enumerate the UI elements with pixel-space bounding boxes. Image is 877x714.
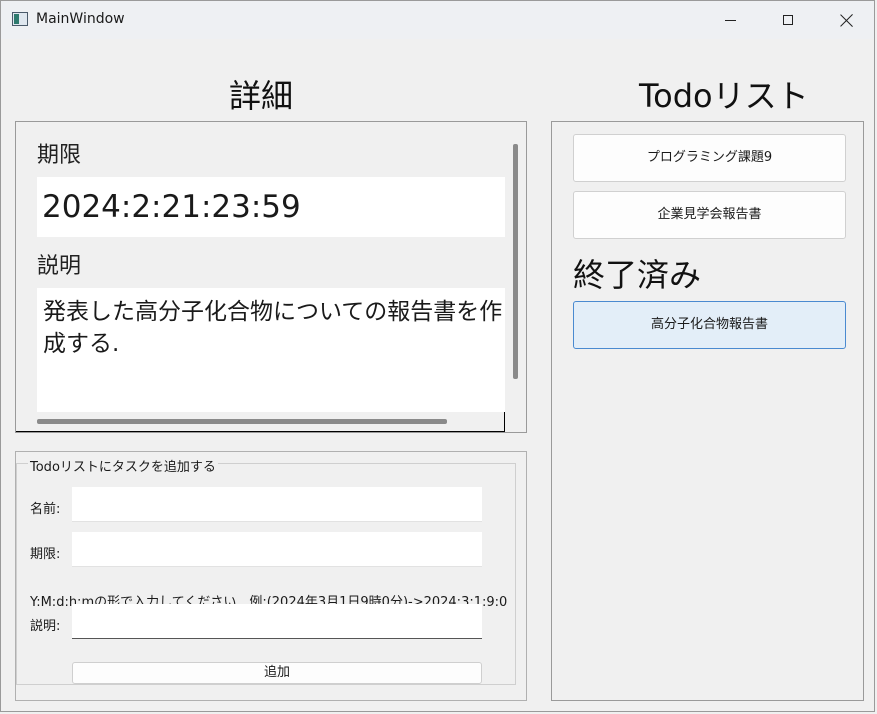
detail-content: 期限 2024:2:21:23:59 説明 発表した高分子化合物についての報告書… xyxy=(16,122,505,412)
done-heading: 終了済み xyxy=(573,256,702,294)
detail-description-label: 説明 xyxy=(37,254,82,279)
main-window: MainWindow 詳細 Todoリスト 期限 2024:2:21:23:59… xyxy=(0,0,875,712)
detail-heading: 詳細 xyxy=(229,77,294,115)
todo-item-button[interactable]: 企業見学会報告書 xyxy=(573,191,846,239)
detail-description-value: 発表した高分子化合物についての報告書を作成する. xyxy=(37,288,505,412)
app-icon xyxy=(12,12,28,26)
close-icon xyxy=(840,14,853,27)
maximize-icon xyxy=(783,15,793,25)
title-bar: MainWindow xyxy=(1,1,874,39)
name-input[interactable] xyxy=(72,487,482,522)
description-label: 説明: xyxy=(30,619,61,634)
window-title: MainWindow xyxy=(36,11,125,27)
close-button[interactable] xyxy=(817,1,875,39)
maximize-button[interactable] xyxy=(759,1,817,39)
deadline-label: 期限: xyxy=(30,547,61,562)
detail-scroll-area[interactable]: 期限 2024:2:21:23:59 説明 発表した高分子化合物についての報告書… xyxy=(15,121,527,433)
deadline-input[interactable] xyxy=(72,532,482,567)
detail-deadline-value: 2024:2:21:23:59 xyxy=(37,177,505,237)
minimize-icon xyxy=(724,19,736,21)
description-input[interactable] xyxy=(72,604,482,639)
add-task-group-title: Todoリストにタスクを追加する xyxy=(28,456,218,475)
todo-item-button[interactable]: プログラミング課題9 xyxy=(573,134,846,182)
add-button[interactable]: 追加 xyxy=(72,662,482,684)
horizontal-scrollbar[interactable] xyxy=(16,412,505,432)
done-item-button[interactable]: 高分子化合物報告書 xyxy=(573,301,846,349)
add-task-group: 名前: 期限: Y:M:d:h:mの形で入力してください．例:(2024年3月1… xyxy=(16,463,516,685)
name-label: 名前: xyxy=(30,502,61,517)
todo-list-panel: プログラミング課題9 企業見学会報告書 終了済み 高分子化合物報告書 xyxy=(551,121,864,701)
vertical-scrollbar[interactable] xyxy=(507,122,526,412)
minimize-button[interactable] xyxy=(701,1,759,39)
todo-heading: Todoリスト xyxy=(639,77,809,115)
add-task-panel: 名前: 期限: Y:M:d:h:mの形で入力してください．例:(2024年3月1… xyxy=(15,451,527,701)
horizontal-scrollbar-thumb[interactable] xyxy=(37,419,447,424)
detail-deadline-label: 期限 xyxy=(37,143,82,168)
vertical-scrollbar-thumb[interactable] xyxy=(513,144,518,379)
